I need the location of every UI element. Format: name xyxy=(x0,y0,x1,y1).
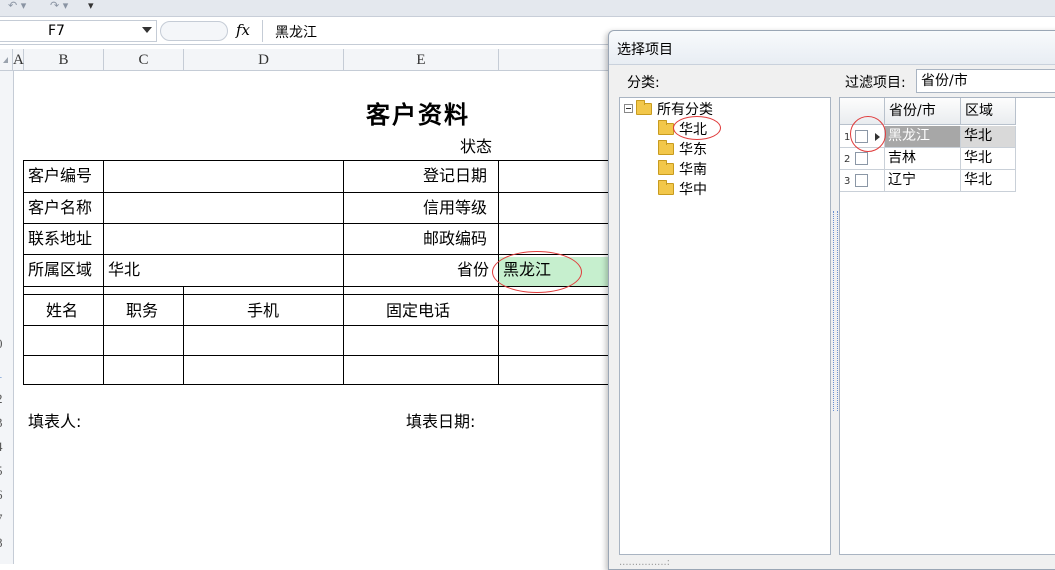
border-line xyxy=(103,160,104,385)
grid-cell-region[interactable]: 华北 xyxy=(961,148,1016,170)
column-headers: A B C D E xyxy=(0,49,620,71)
row-header-13[interactable]: 3 xyxy=(0,415,10,431)
select-item-dialog: 选择项目 分类: 所有分类 华北 华东 华南 华中 过滤项目: 省份/市 省份/… xyxy=(608,30,1055,570)
annotation-ellipse xyxy=(850,116,886,152)
grid-cell-province[interactable]: 吉林 xyxy=(885,148,961,170)
grid-header-province[interactable]: 省份/市 xyxy=(885,98,961,125)
formula-controls: fx xyxy=(160,20,260,42)
column-header-a[interactable]: A xyxy=(13,49,24,71)
region-label: 所属区域 xyxy=(28,260,93,279)
row-header-17[interactable]: 7 xyxy=(0,511,10,527)
row-number: 2 xyxy=(844,154,851,165)
tree-node-east[interactable]: 华东 xyxy=(658,140,707,160)
row-checkbox[interactable] xyxy=(855,174,868,187)
tree-node-label: 华东 xyxy=(679,142,707,158)
item-grid: 省份/市 区域 1 黑龙江 华北 2 吉林 华北 3 辽宁 华北 xyxy=(839,97,1055,555)
border-line xyxy=(23,294,615,295)
dialog-title-bar[interactable]: 选择项目 xyxy=(609,31,1055,65)
border-line xyxy=(23,355,615,356)
category-label: 分类: xyxy=(627,75,660,91)
annotation-ellipse xyxy=(492,251,582,293)
formula-bar-handle[interactable] xyxy=(160,21,228,41)
collapse-icon[interactable] xyxy=(624,104,633,113)
contact-phone-header: 固定电话 xyxy=(386,301,451,320)
grid-cell-province[interactable]: 辽宁 xyxy=(885,170,961,192)
address-label: 联系地址 xyxy=(28,229,93,248)
border-line xyxy=(23,192,615,193)
contact-title-header: 职务 xyxy=(126,301,159,320)
form-title: 客户资料 xyxy=(366,101,470,129)
contact-mobile-header: 手机 xyxy=(247,301,280,320)
folder-icon xyxy=(658,120,674,135)
grid-cell-region[interactable]: 华北 xyxy=(961,126,1016,148)
row-checkbox[interactable] xyxy=(855,152,868,165)
column-header-c[interactable]: C xyxy=(104,49,184,71)
formula-content: 黑龙江 xyxy=(275,25,317,41)
row-header-15[interactable]: 5 xyxy=(0,463,10,479)
tree-node-label: 所有分类 xyxy=(657,102,713,118)
region-value[interactable]: 华北 xyxy=(108,260,140,280)
tree-node-south[interactable]: 华南 xyxy=(658,160,707,180)
column-header-d[interactable]: D xyxy=(184,49,344,71)
row-selector[interactable]: 3 xyxy=(840,170,885,192)
status-label: 状态 xyxy=(460,137,493,156)
contact-name-header: 姓名 xyxy=(46,301,79,320)
tree-node-central[interactable]: 华中 xyxy=(658,180,707,200)
tree-node-label: 华南 xyxy=(679,162,707,178)
filter-field[interactable]: 省份/市 xyxy=(916,69,1055,93)
dialog-title: 选择项目 xyxy=(617,42,673,58)
row-number: 3 xyxy=(844,176,851,187)
column-header-b[interactable]: B xyxy=(24,49,104,71)
border-line xyxy=(23,223,615,224)
row-header-18[interactable]: 8 xyxy=(0,535,10,551)
select-all-corner[interactable] xyxy=(0,49,13,71)
column-header-e[interactable]: E xyxy=(344,49,499,71)
credit-level-label: 信用等级 xyxy=(423,198,488,217)
name-box[interactable]: F7 xyxy=(0,20,157,42)
chevron-down-icon[interactable] xyxy=(142,27,152,33)
annotation-ellipse xyxy=(673,116,721,140)
customize-toolbar-icon[interactable]: ▾ xyxy=(88,0,94,12)
filler-label: 填表人: xyxy=(28,412,82,431)
folder-icon xyxy=(636,100,652,115)
category-tree: 所有分类 华北 华东 华南 华中 xyxy=(619,97,831,555)
row-header-12[interactable]: 2 xyxy=(0,391,10,407)
border-line xyxy=(343,160,344,286)
panel-splitter[interactable] xyxy=(833,211,838,411)
border-line xyxy=(183,286,184,385)
cell-reference: F7 xyxy=(48,23,65,39)
fill-date-label: 填表日期: xyxy=(406,412,476,431)
folder-icon xyxy=(658,180,674,195)
row-header-14[interactable]: 4 xyxy=(0,439,10,455)
folder-icon xyxy=(658,160,674,175)
filter-label: 过滤项目: xyxy=(845,75,906,91)
postcode-label: 邮政编码 xyxy=(423,229,488,248)
customer-no-label: 客户编号 xyxy=(28,166,93,185)
quick-access-toolbar: ↶ ▾ ↷ ▾ ▾ xyxy=(0,0,1055,17)
customer-name-label: 客户名称 xyxy=(28,198,93,217)
row-header-10[interactable]: 0 xyxy=(0,336,10,352)
grid-header-region[interactable]: 区域 xyxy=(961,98,1016,125)
redo-icon[interactable]: ↷ ▾ xyxy=(50,0,68,12)
border-line xyxy=(343,286,344,385)
grid-row[interactable]: 3 辽宁 华北 xyxy=(840,170,1016,192)
border-line xyxy=(23,160,615,161)
border-line xyxy=(23,325,615,326)
folder-icon xyxy=(658,140,674,155)
undo-icon[interactable]: ↶ ▾ xyxy=(8,0,26,12)
province-label: 省份 xyxy=(457,260,490,279)
grid-cell-province[interactable]: 黑龙江 xyxy=(885,126,961,148)
row-header-16[interactable]: 6 xyxy=(0,487,10,503)
grid-cell-region[interactable]: 华北 xyxy=(961,170,1016,192)
row-headers: 0 1 2 3 4 5 6 7 8 xyxy=(0,71,14,564)
border-line xyxy=(23,384,615,385)
border-line xyxy=(23,160,24,385)
register-date-label: 登记日期 xyxy=(423,166,488,185)
tree-node-label: 华中 xyxy=(679,182,707,198)
row-header-11[interactable]: 1 xyxy=(0,366,10,382)
insert-function-icon[interactable]: fx xyxy=(236,21,250,39)
worksheet: 客户资料 状态 客户编号 客户名称 联系地址 所属区域 华北 登记日期 信用等级… xyxy=(14,71,615,564)
dialog-footer: ...............: xyxy=(619,557,671,568)
